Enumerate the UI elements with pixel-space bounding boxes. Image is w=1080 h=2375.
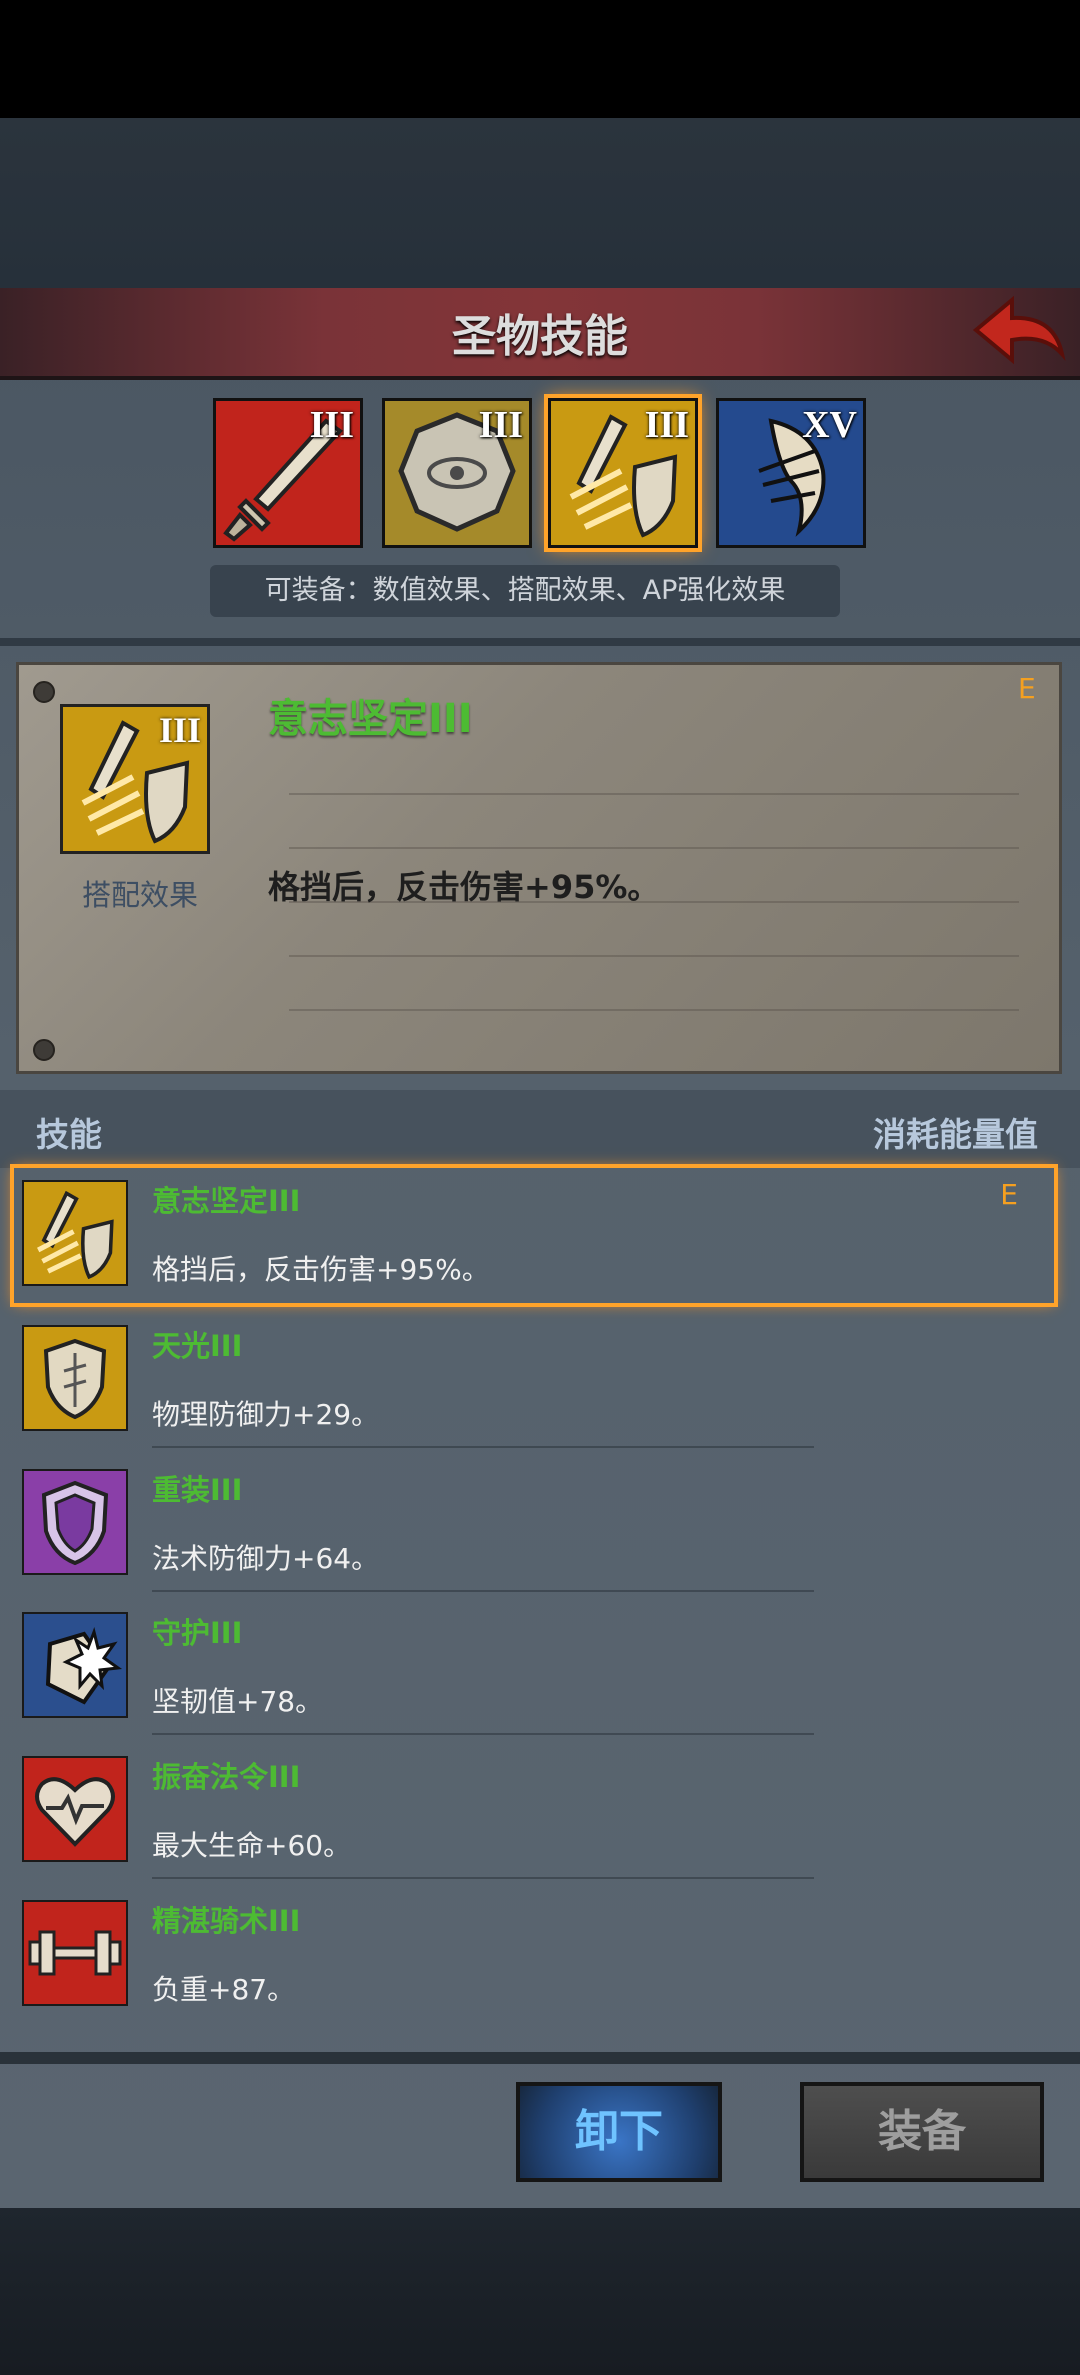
skill-desc: 负重+87。 — [152, 1973, 296, 2006]
row-divider — [152, 1733, 814, 1735]
skill-desc: 最大生命+60。 — [152, 1829, 352, 1862]
row-divider — [152, 1590, 814, 1592]
footer-divider — [0, 2052, 1080, 2064]
lower-backdrop — [0, 2208, 1080, 2375]
card-rule — [289, 955, 1019, 957]
relic-tab-seal[interactable]: III — [382, 398, 532, 548]
back-arrow-icon — [972, 295, 1066, 365]
relic-tier: III — [309, 404, 354, 446]
relic-tab-sword-shield[interactable]: III — [544, 394, 702, 552]
skill-row[interactable]: 守护III 坚韧值+78。 — [14, 1600, 1054, 1735]
skill-desc: 物理防御力+29。 — [152, 1398, 380, 1431]
skill-row[interactable]: 意志坚定III 格挡后，反击伤害+95%。 E — [10, 1164, 1058, 1307]
detail-skill-desc: 格挡后，反击伤害+95%。 — [268, 868, 660, 906]
equip-button[interactable]: 装备 — [800, 2082, 1044, 2182]
detail-tier: III — [158, 710, 201, 750]
column-skill: 技能 — [36, 1115, 102, 1154]
skill-name: 重装III — [152, 1473, 243, 1507]
status-bar — [0, 0, 1080, 118]
heart-icon — [22, 1756, 128, 1862]
row-divider — [152, 1446, 814, 1448]
upper-backdrop — [0, 118, 1080, 288]
unequip-button[interactable]: 卸下 — [516, 2082, 722, 2182]
skill-row[interactable]: 振奋法令III 最大生命+60。 — [14, 1744, 1054, 1879]
skill-row[interactable]: 精湛骑术III 负重+87。 — [14, 1888, 1054, 2023]
skill-name: 意志坚定III — [152, 1184, 301, 1218]
detail-skill-name: 意志坚定III — [268, 696, 473, 742]
relic-tier: III — [478, 404, 523, 446]
relic-tier: XV — [802, 404, 857, 446]
relic-tab-wing[interactable]: XV — [716, 398, 866, 548]
card-rule — [289, 847, 1019, 849]
relic-tier: III — [644, 404, 689, 446]
skill-energy-badge: E — [1000, 1178, 1018, 1211]
burst-shield-icon — [22, 1612, 128, 1718]
divider — [0, 638, 1080, 646]
skill-name: 振奋法令III — [152, 1760, 301, 1794]
detail-energy-badge: E — [1018, 672, 1036, 705]
sword-shield-icon — [22, 1180, 128, 1286]
back-button[interactable] — [968, 290, 1068, 370]
column-energy-cost: 消耗能量值 — [873, 1115, 1038, 1154]
card-rule — [289, 1009, 1019, 1011]
relic-tab-sword[interactable]: III — [213, 398, 363, 548]
skill-desc: 坚韧值+78。 — [152, 1685, 324, 1718]
dumbbell-icon — [22, 1900, 128, 2006]
skill-desc: 格挡后，反击伤害+95%。 — [152, 1253, 490, 1286]
detail-skill-type: 搭配效果 — [81, 878, 198, 912]
rivet — [33, 681, 55, 703]
detail-skill-icon: III — [60, 704, 210, 854]
page-title: 圣物技能 — [452, 312, 628, 361]
skill-row[interactable]: 重装III 法术防御力+64。 — [14, 1457, 1054, 1592]
shield-icon — [22, 1325, 128, 1431]
skill-name: 守护III — [152, 1616, 243, 1650]
card-rule — [289, 793, 1019, 795]
skill-name: 天光III — [152, 1329, 243, 1363]
skill-desc: 法术防御力+64。 — [152, 1542, 380, 1575]
rivet — [33, 1039, 55, 1061]
equip-hint: 可装备：数值效果、搭配效果、AP强化效果 — [210, 565, 840, 617]
skill-name: 精湛骑术III — [152, 1904, 301, 1938]
skill-row[interactable]: 天光III 物理防御力+29。 — [14, 1313, 1054, 1448]
purple-shield-icon — [22, 1469, 128, 1575]
row-divider — [152, 1877, 814, 1879]
